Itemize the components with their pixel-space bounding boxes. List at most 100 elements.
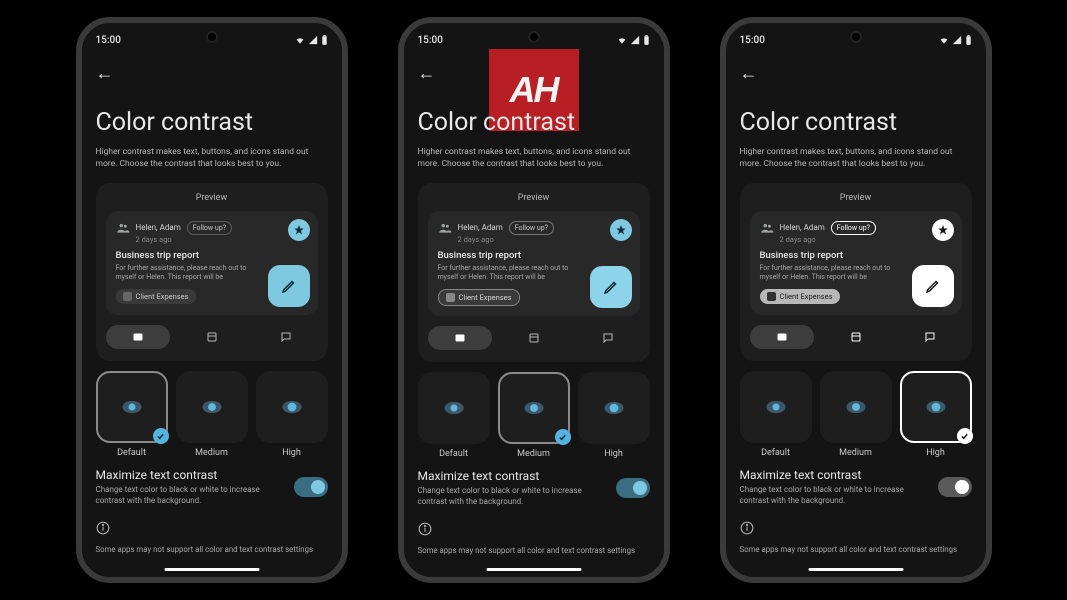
back-icon[interactable]: ← xyxy=(418,63,436,84)
phone-camera xyxy=(206,31,218,43)
footer-note: Some apps may not support all color and … xyxy=(740,545,972,554)
compose-fab[interactable] xyxy=(912,265,954,307)
view-chat-button[interactable] xyxy=(898,325,962,349)
view-switcher xyxy=(106,325,318,349)
view-card-button[interactable] xyxy=(750,325,814,349)
star-button[interactable] xyxy=(610,219,632,241)
card-view-icon xyxy=(776,331,788,343)
contrast-option-high[interactable]: High xyxy=(256,371,328,458)
attachment-chip[interactable]: Client Expenses xyxy=(760,289,840,304)
battery-icon xyxy=(965,35,972,46)
eye-icon xyxy=(765,400,787,414)
check-badge xyxy=(153,428,169,444)
header-bar: ← xyxy=(740,51,972,90)
view-card-button[interactable] xyxy=(428,326,492,350)
phone-camera xyxy=(850,31,862,43)
list-view-icon xyxy=(850,331,862,343)
preview-label: Preview xyxy=(106,193,318,203)
home-indicator[interactable] xyxy=(486,568,581,571)
email-subject: Business trip report xyxy=(438,250,630,261)
followup-chip[interactable]: Follow up? xyxy=(831,221,876,235)
contrast-option-medium[interactable]: Medium xyxy=(498,372,570,459)
page-title: Color contrast xyxy=(740,108,972,137)
view-list-button[interactable] xyxy=(824,325,888,349)
home-indicator[interactable] xyxy=(808,568,903,571)
battery-icon xyxy=(321,35,328,46)
maximize-subtitle: Change text color to black or white to i… xyxy=(418,486,606,507)
signal-icon xyxy=(952,35,962,45)
email-header: Helen, Adam Follow up? 2 days ago xyxy=(438,221,630,244)
back-icon[interactable]: ← xyxy=(96,63,114,84)
star-icon xyxy=(293,224,305,236)
eye-icon xyxy=(443,401,465,415)
followup-chip[interactable]: Follow up? xyxy=(509,221,554,235)
contrast-options: Default Medium High xyxy=(740,371,972,458)
page-title: Color contrast xyxy=(418,108,650,137)
view-list-button[interactable] xyxy=(180,325,244,349)
file-icon xyxy=(123,292,132,301)
status-icons xyxy=(939,35,972,46)
contrast-label: Default xyxy=(740,448,812,458)
file-icon xyxy=(767,292,776,301)
preview-card: Preview Helen, Adam Follow up? 2 days ag… xyxy=(96,183,328,362)
chat-icon xyxy=(602,332,614,344)
eye-icon xyxy=(603,401,625,415)
email-body: For further assistance, please reach out… xyxy=(116,264,256,282)
back-icon[interactable]: ← xyxy=(740,63,758,84)
maximize-subtitle: Change text color to black or white to i… xyxy=(96,485,284,506)
wifi-icon xyxy=(295,35,305,45)
view-card-button[interactable] xyxy=(106,325,170,349)
email-subject: Business trip report xyxy=(760,250,952,261)
home-indicator[interactable] xyxy=(164,568,259,571)
wifi-icon xyxy=(617,35,627,45)
preview-inner: Helen, Adam Follow up? 2 days ago Busine… xyxy=(428,211,640,317)
followup-chip[interactable]: Follow up? xyxy=(187,221,232,235)
star-button[interactable] xyxy=(288,219,310,241)
status-icons xyxy=(295,35,328,46)
page-title: Color contrast xyxy=(96,108,328,137)
page-subtitle: Higher contrast makes text, buttons, and… xyxy=(96,147,328,171)
view-switcher xyxy=(428,326,640,350)
star-button[interactable] xyxy=(932,219,954,241)
contrast-label: Medium xyxy=(820,448,892,458)
contrast-option-default[interactable]: Default xyxy=(96,371,168,458)
contrast-option-medium[interactable]: Medium xyxy=(176,371,248,458)
signal-icon xyxy=(308,35,318,45)
edit-icon xyxy=(280,277,298,295)
contrast-option-high[interactable]: High xyxy=(900,371,972,458)
status-time: 15:00 xyxy=(418,35,443,46)
view-chat-button[interactable] xyxy=(576,326,640,350)
preview-inner: Helen, Adam Follow up? 2 days ago Busine… xyxy=(106,211,318,316)
attachment-chip[interactable]: Client Expenses xyxy=(438,289,520,306)
maximize-toggle[interactable] xyxy=(294,477,328,497)
view-list-button[interactable] xyxy=(502,326,566,350)
contrast-option-medium[interactable]: Medium xyxy=(820,371,892,458)
contrast-label: Medium xyxy=(176,448,248,458)
maximize-toggle[interactable] xyxy=(616,478,650,498)
maximize-toggle[interactable] xyxy=(938,477,972,497)
email-header: Helen, Adam Follow up? 2 days ago xyxy=(760,221,952,244)
people-icon xyxy=(760,221,774,235)
contrast-option-high[interactable]: High xyxy=(578,372,650,459)
view-switcher xyxy=(750,325,962,349)
contrast-option-default[interactable]: Default xyxy=(740,371,812,458)
info-icon[interactable] xyxy=(740,520,972,539)
compose-fab[interactable] xyxy=(590,266,632,308)
email-time: 2 days ago xyxy=(458,235,554,244)
eye-icon xyxy=(281,400,303,414)
view-chat-button[interactable] xyxy=(254,325,318,349)
email-from: Helen, Adam Follow up? xyxy=(458,221,554,235)
compose-fab[interactable] xyxy=(268,265,310,307)
phone-camera xyxy=(528,31,540,43)
check-badge xyxy=(555,429,571,445)
email-body: For further assistance, please reach out… xyxy=(760,264,900,282)
contrast-option-default[interactable]: Default xyxy=(418,372,490,459)
info-icon[interactable] xyxy=(96,520,328,539)
maximize-title: Maximize text contrast xyxy=(96,468,284,482)
phone-mockup-default: 15:00 ← Color contrast Higher contrast m… xyxy=(76,17,348,583)
maximize-subtitle: Change text color to black or white to i… xyxy=(740,485,928,506)
info-icon[interactable] xyxy=(418,521,650,540)
signal-icon xyxy=(630,35,640,45)
file-icon xyxy=(446,293,455,302)
attachment-chip[interactable]: Client Expenses xyxy=(116,289,196,304)
